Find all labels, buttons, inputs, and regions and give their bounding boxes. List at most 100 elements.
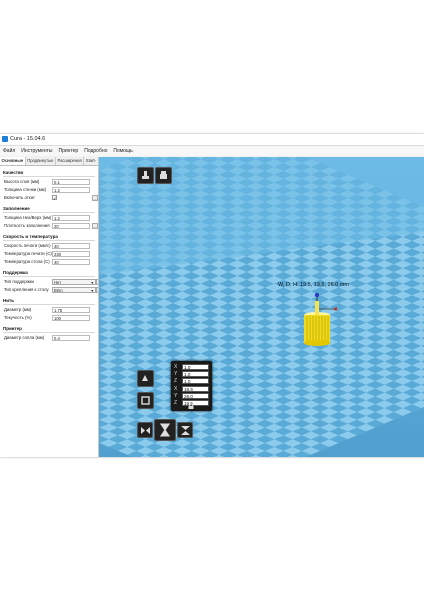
flow-row: Текучесть (%) 100: [4, 314, 98, 322]
scale-icon: [141, 396, 150, 405]
print-temp-label: Температура печати (C): [4, 251, 52, 256]
flow-input[interactable]: 100: [52, 314, 90, 321]
fill-density-label: Плотность заполнения: [4, 223, 50, 228]
retraction-label: Включить откат: [4, 195, 35, 200]
support-type-row: Тип поддержки Нет▼ ...: [4, 278, 98, 286]
scale-z-input[interactable]: 1.0: [182, 378, 209, 384]
print-speed-row: Скорость печати (мм/с) 40: [4, 242, 98, 250]
axis-label: Y: [174, 393, 178, 399]
cura-app-icon: [2, 136, 8, 142]
tab-start-end[interactable]: Start-: [84, 157, 98, 165]
bed-temp-input[interactable]: 40: [52, 258, 90, 265]
axis-label: Y: [174, 371, 178, 377]
mirror-z-icon: [181, 426, 190, 435]
divider: [3, 240, 95, 241]
platform-adhesion-label: Тип крепления к столу: [4, 287, 49, 292]
size-z-input[interactable]: 19.5: [182, 400, 209, 406]
tab-advanced[interactable]: Продвинутые: [26, 157, 56, 165]
retraction-checkbox[interactable]: ✓: [52, 195, 57, 201]
chevron-down-icon: ▼: [90, 280, 94, 285]
diameter-row: Диаметр (мм) 1.75: [4, 306, 98, 314]
menu-file[interactable]: Файл: [0, 146, 18, 156]
3d-model[interactable]: [297, 291, 337, 355]
section-quality: Качество: [3, 170, 24, 175]
shell-thickness-input[interactable]: 1.2: [52, 186, 90, 193]
lock-icon[interactable]: [188, 404, 194, 409]
platform-adhesion-value: Brim: [54, 287, 63, 293]
nozzle-label: Диаметр сопла (мм): [4, 335, 45, 340]
load-icon: [142, 171, 149, 179]
fill-settings-button[interactable]: ...: [92, 222, 98, 229]
axis-label: X: [174, 364, 178, 370]
bed-temp-label: Температура стола (C): [4, 259, 50, 264]
section-filament: Нить: [3, 298, 14, 303]
bottom-top-input[interactable]: 1.2: [52, 214, 90, 221]
section-support: Поддержка: [3, 270, 28, 275]
print-speed-label: Скорость печати (мм/с): [4, 243, 51, 248]
menu-tools[interactable]: Инструменты: [18, 146, 55, 156]
scale-z-row: Z 1.0: [174, 378, 210, 384]
bottom-top-label: Толщина Низ/Верх (мм): [4, 215, 52, 220]
menu-bar: Файл Инструменты Принтер Подробно Помощь: [0, 146, 424, 156]
support-type-select[interactable]: Нет ▼: [52, 278, 96, 285]
build-plate-grid: [99, 157, 424, 457]
section-speed: Скорость и температура: [3, 234, 58, 239]
size-x-row: X 19.5: [174, 386, 210, 392]
print-temp-input[interactable]: 230: [52, 250, 90, 257]
print-speed-input[interactable]: 40: [52, 242, 90, 249]
layer-height-input[interactable]: 0.1: [52, 178, 90, 185]
nozzle-row: Диаметр сопла (мм) 0.4: [4, 334, 98, 342]
retraction-row: Включить откат ✓ ...: [4, 194, 98, 202]
size-y-input[interactable]: 26.0: [182, 393, 209, 399]
diameter-label: Диаметр (мм): [4, 307, 32, 312]
platform-adhesion-row: Тип крепления к столу Brim▼ ...: [4, 286, 98, 294]
divider: [3, 332, 95, 333]
nozzle-input[interactable]: 0.4: [52, 334, 90, 341]
scale-x-row: X 1.0: [174, 364, 210, 370]
divider: [3, 176, 95, 177]
title-bar: Cura - 15.04.6: [0, 134, 424, 146]
fill-density-input[interactable]: 20: [52, 222, 90, 229]
shell-thickness-row: Толщина стенки (мм) 1.2: [4, 186, 98, 194]
load-model-button[interactable]: [137, 167, 154, 184]
3d-viewport[interactable]: W, D, H: 19.5, 19.5, 26.0 mm X 1.0 Y 1.0…: [99, 157, 424, 457]
section-machine: Принтер: [3, 326, 22, 331]
scale-y-input[interactable]: 1.0: [182, 371, 209, 377]
divider: [3, 304, 95, 305]
mirror-y-icon: [159, 423, 171, 437]
scale-x-input[interactable]: 1.0: [182, 364, 209, 370]
diameter-input[interactable]: 1.75: [52, 306, 90, 313]
menu-expert[interactable]: Подробно: [81, 146, 110, 156]
tab-plugins[interactable]: Расширения: [56, 157, 85, 165]
bed-temp-row: Температура стола (C) 40: [4, 258, 98, 266]
support-type-label: Тип поддержки: [4, 279, 34, 284]
mirror-tool-button[interactable]: [137, 422, 153, 438]
size-x-input[interactable]: 19.5: [182, 386, 209, 392]
bottom-top-row: Толщина Низ/Верх (мм) 1.2: [4, 214, 98, 222]
axis-label: Z: [174, 378, 178, 384]
menu-help[interactable]: Помощь: [110, 146, 135, 156]
scale-y-row: Y 1.0: [174, 371, 210, 377]
fill-density-row: Плотность заполнения 20 ...: [4, 222, 98, 230]
print-button[interactable]: [155, 167, 172, 184]
chevron-down-icon: ▼: [90, 288, 94, 293]
mirror-z-button[interactable]: [177, 422, 193, 438]
layer-height-row: Высота слоя (мм) 0.1: [4, 178, 98, 186]
section-fill: Заполнение: [3, 206, 30, 211]
shell-thickness-label: Толщина стенки (мм): [4, 187, 47, 192]
platform-adhesion-select[interactable]: Brim ▼: [52, 286, 96, 293]
settings-panel: Основные Продвинутые Расширения Start- К…: [0, 157, 99, 457]
model-dimensions: W, D, H: 19.5, 19.5, 26.0 mm: [278, 282, 349, 288]
tab-basic[interactable]: Основные: [0, 157, 26, 165]
menu-machine[interactable]: Принтер: [55, 146, 81, 156]
scale-tool-button[interactable]: [137, 392, 154, 409]
mirror-y-button[interactable]: [154, 419, 176, 441]
divider: [3, 212, 95, 213]
print-temp-row: Температура печати (C) 230: [4, 250, 98, 258]
rotate-icon: [142, 375, 148, 381]
axis-label: Z: [174, 400, 178, 406]
rotate-tool-button[interactable]: [137, 370, 154, 387]
scale-panel: X 1.0 Y 1.0 Z 1.0 X 19.5 Y 26.0 Z 19.5: [171, 361, 212, 411]
retraction-settings-button[interactable]: ...: [92, 194, 98, 201]
flow-label: Текучесть (%): [4, 315, 32, 320]
